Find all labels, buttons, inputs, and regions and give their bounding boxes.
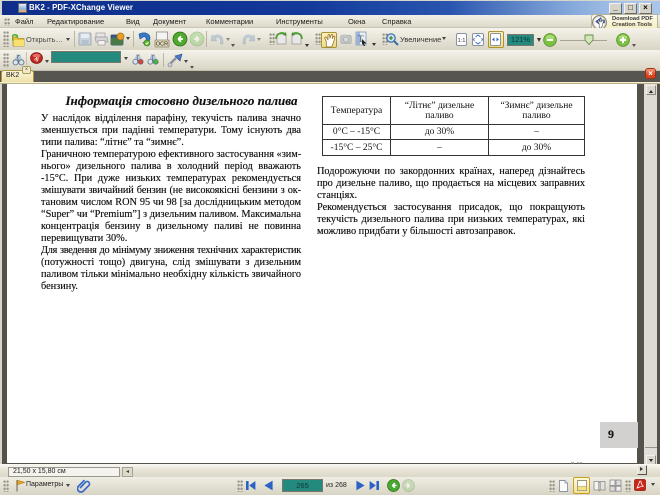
svg-text:1:1: 1:1 [457, 38, 465, 44]
svg-text:OCR: OCR [156, 42, 168, 48]
svg-text:dj: dj [34, 57, 39, 63]
